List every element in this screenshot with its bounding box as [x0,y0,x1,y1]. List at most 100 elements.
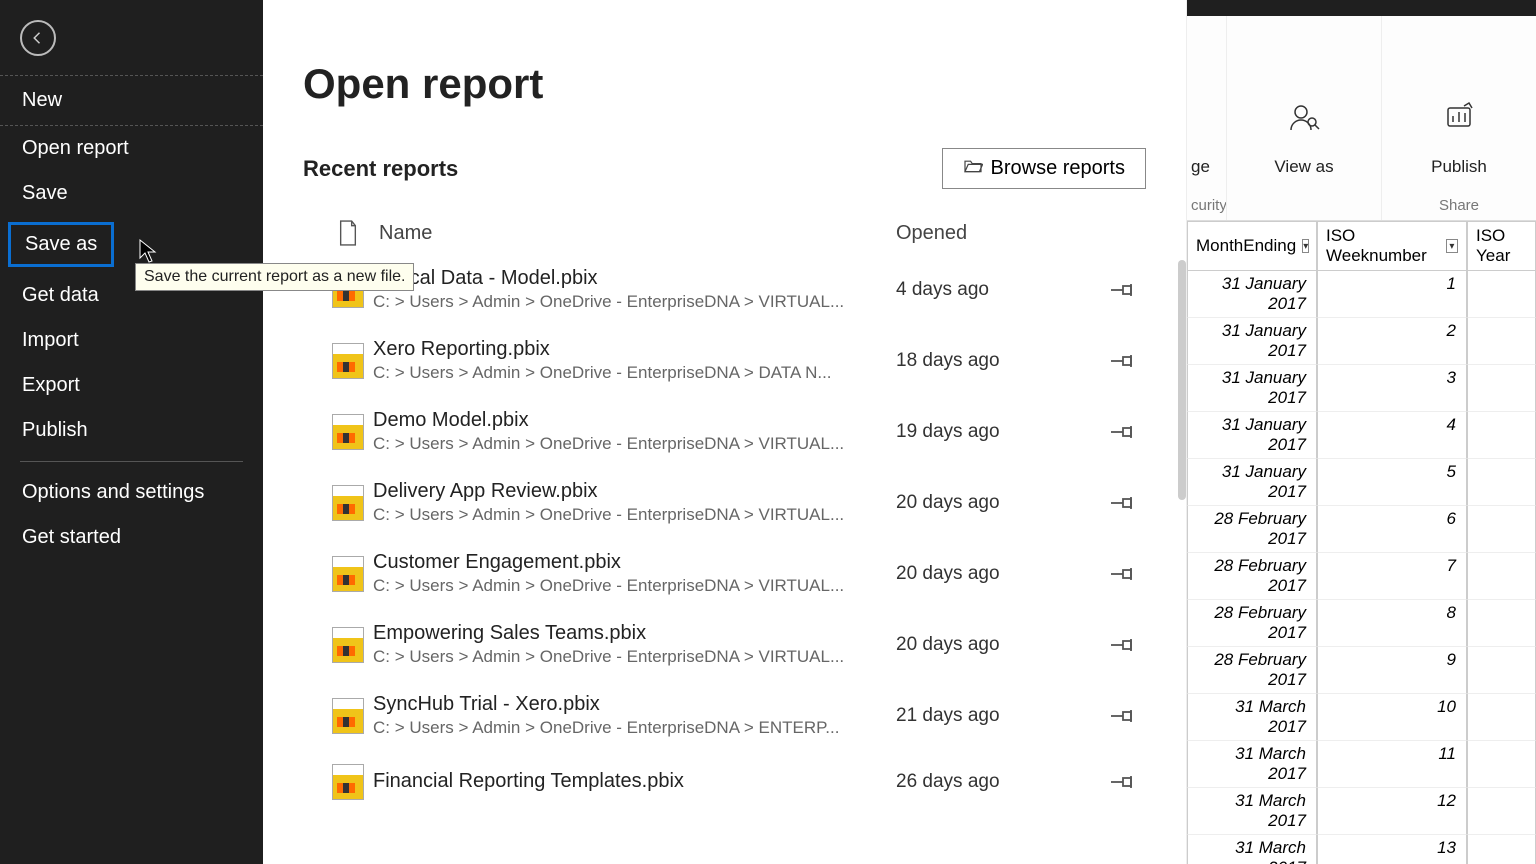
column-opened[interactable]: Opened [896,222,1096,245]
table-row[interactable]: 31 January 20175 [1187,459,1536,506]
menu-get-started[interactable]: Get started [0,515,263,560]
column-name[interactable]: Name [373,222,896,245]
report-path: C: > Users > Admin > OneDrive - Enterpri… [373,292,886,312]
pin-button[interactable] [1096,281,1146,299]
save-as-tooltip: Save the current report as a new file. [135,263,414,291]
dropdown-icon[interactable]: ▾ [1446,239,1458,253]
report-name: SyncHub Trial - Xero.pbix [373,693,886,716]
cell-weeknumber: 5 [1317,459,1467,506]
report-row[interactable]: Empowering Sales Teams.pbix C: > Users >… [303,612,1146,683]
cell-weeknumber: 10 [1317,694,1467,741]
report-opened: 21 days ago [896,705,1096,727]
report-opened: 26 days ago [896,771,1096,793]
pbix-file-icon [323,414,373,450]
report-path: C: > Users > Admin > OneDrive - Enterpri… [373,363,886,383]
ribbon-publish-button[interactable]: Publish Share [1382,16,1536,220]
open-report-panel: Open report Recent reports Browse report… [263,0,1186,864]
browse-reports-button[interactable]: Browse reports [942,148,1147,189]
pbix-file-icon [323,343,373,379]
cell-weeknumber: 7 [1317,553,1467,600]
cell-monthending: 28 February 2017 [1187,506,1317,553]
document-icon [323,219,373,247]
menu-options-settings[interactable]: Options and settings [0,470,263,515]
pin-button[interactable] [1096,636,1146,654]
menu-open-report[interactable]: Open report [0,126,263,171]
publish-icon [1442,93,1476,141]
pin-button[interactable] [1096,423,1146,441]
report-path: C: > Users > Admin > OneDrive - Enterpri… [373,505,886,525]
report-row[interactable]: Customer Engagement.pbix C: > Users > Ad… [303,541,1146,612]
dates-data-table: MonthEnding▾ ISO Weeknumber▾ ISO Year 31… [1187,221,1536,864]
report-path: C: > Users > Admin > OneDrive - Enterpri… [373,434,886,454]
back-button[interactable] [20,20,56,56]
menu-divider [20,461,243,462]
pin-button[interactable] [1096,565,1146,583]
report-row[interactable]: Demo Model.pbix C: > Users > Admin > One… [303,399,1146,470]
col-iso-weeknumber[interactable]: ISO Weeknumber▾ [1317,221,1467,271]
report-row[interactable]: Optical Data - Model.pbix C: > Users > A… [303,257,1146,328]
pin-button[interactable] [1096,773,1146,791]
table-row[interactable]: 28 February 20178 [1187,600,1536,647]
recent-reports-heading: Recent reports [303,156,458,182]
cell-monthending: 31 January 2017 [1187,271,1317,318]
pbix-file-icon [323,485,373,521]
table-row[interactable]: 31 March 201713 [1187,835,1536,864]
cell-weeknumber: 13 [1317,835,1467,864]
background-ribbon-peek: ge curity View as Publish Share MonthEn [1186,0,1536,864]
recent-reports-list: Optical Data - Model.pbix C: > Users > A… [303,257,1146,816]
pbix-file-icon [323,698,373,734]
cell-monthending: 28 February 2017 [1187,647,1317,694]
table-row[interactable]: 31 January 20173 [1187,365,1536,412]
cell-monthending: 28 February 2017 [1187,600,1317,647]
table-row[interactable]: 31 January 20171 [1187,271,1536,318]
cell-weeknumber: 11 [1317,741,1467,788]
cell-monthending: 31 March 2017 [1187,788,1317,835]
scrollbar-thumb[interactable] [1178,260,1186,500]
cell-monthending: 31 March 2017 [1187,835,1317,864]
table-row[interactable]: 28 February 20176 [1187,506,1536,553]
report-row[interactable]: Delivery App Review.pbix C: > Users > Ad… [303,470,1146,541]
folder-open-icon [963,157,983,180]
cell-weeknumber: 4 [1317,412,1467,459]
cell-monthending: 31 January 2017 [1187,365,1317,412]
report-opened: 18 days ago [896,350,1096,372]
ribbon-view-as-button[interactable]: View as [1227,16,1382,220]
pin-button[interactable] [1096,707,1146,725]
file-menu-sidebar: New Open report Save Save as Get data Im… [0,0,263,864]
report-row[interactable]: Financial Reporting Templates.pbix 26 da… [303,754,1146,816]
report-name: Delivery App Review.pbix [373,480,886,503]
table-row[interactable]: 31 March 201710 [1187,694,1536,741]
menu-import[interactable]: Import [0,318,263,363]
col-monthending[interactable]: MonthEnding▾ [1187,221,1317,271]
cell-monthending: 31 January 2017 [1187,318,1317,365]
table-row[interactable]: 28 February 20177 [1187,553,1536,600]
cell-weeknumber: 9 [1317,647,1467,694]
menu-publish[interactable]: Publish [0,408,263,453]
table-row[interactable]: 31 March 201711 [1187,741,1536,788]
pbix-file-icon [323,764,373,800]
menu-save[interactable]: Save [0,171,263,216]
col-iso-year[interactable]: ISO Year [1467,221,1536,271]
report-opened: 19 days ago [896,421,1096,443]
menu-export[interactable]: Export [0,363,263,408]
report-row[interactable]: SyncHub Trial - Xero.pbix C: > Users > A… [303,683,1146,754]
cell-monthending: 28 February 2017 [1187,553,1317,600]
cell-weeknumber: 2 [1317,318,1467,365]
cell-monthending: 31 January 2017 [1187,412,1317,459]
dropdown-icon[interactable]: ▾ [1302,239,1309,253]
report-name: Empowering Sales Teams.pbix [373,622,886,645]
page-title: Open report [303,60,1146,108]
report-row[interactable]: Xero Reporting.pbix C: > Users > Admin >… [303,328,1146,399]
table-row[interactable]: 28 February 20179 [1187,647,1536,694]
table-row[interactable]: 31 January 20172 [1187,318,1536,365]
pin-button[interactable] [1096,494,1146,512]
table-row[interactable]: 31 January 20174 [1187,412,1536,459]
table-row[interactable]: 31 March 201712 [1187,788,1536,835]
report-name: Demo Model.pbix [373,409,886,432]
menu-new[interactable]: New [0,75,263,126]
cell-monthending: 31 March 2017 [1187,694,1317,741]
cell-weeknumber: 12 [1317,788,1467,835]
report-path: C: > Users > Admin > OneDrive - Enterpri… [373,647,886,667]
pin-button[interactable] [1096,352,1146,370]
report-opened: 20 days ago [896,634,1096,656]
